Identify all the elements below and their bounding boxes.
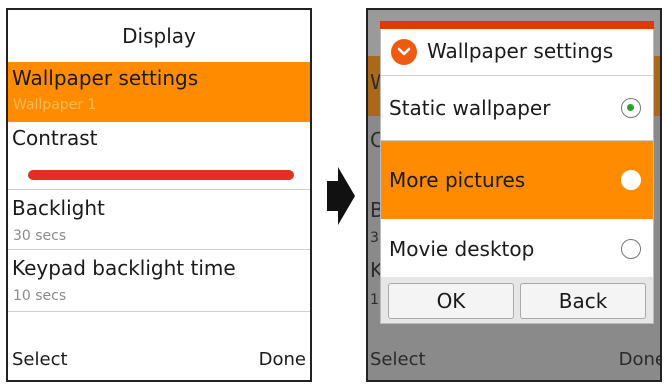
softkey-bar: Select Done [8,338,310,380]
menu-item-value: Wallpaper 1 [13,97,97,113]
radio-button-checked[interactable] [621,97,641,118]
option-more-pictures[interactable]: More pictures [381,141,653,219]
ok-button[interactable]: OK [388,283,514,319]
chevron-down-circle-icon [391,39,417,65]
menu-item-contrast[interactable]: Contrast [8,122,310,190]
menu-item-keypad-backlight-time[interactable]: Keypad backlight time 10 secs [8,250,310,312]
select-softkey[interactable]: Select [12,349,68,370]
contrast-slider[interactable] [28,170,294,180]
display-settings-screen: Display Wallpaper settings Wallpaper 1 C… [6,8,312,382]
menu-item-label: Keypad backlight time [12,256,236,280]
radio-button[interactable] [621,170,641,190]
dialog-accent-bar [380,21,654,29]
back-button[interactable]: Back [520,283,646,319]
menu-item-label: Contrast [12,126,98,150]
menu-item-backlight[interactable]: Backlight 30 secs [8,190,310,250]
menu-item-label: Backlight [12,196,105,220]
menu-item-value: 10 secs [13,288,67,304]
menu-item-wallpaper-settings[interactable]: Wallpaper settings Wallpaper 1 [8,62,310,122]
dialog-title-bar: Wallpaper settings [381,29,653,76]
dialog-title: Wallpaper settings [427,39,614,63]
menu-item-value: 30 secs [13,228,67,244]
dialog-button-row: OK Back [381,277,653,323]
done-softkey[interactable]: Done [259,349,306,370]
option-label: Static wallpaper [389,95,551,120]
wallpaper-settings-dialog: Wallpaper settings Static wallpaper More… [380,21,654,324]
option-movie-desktop[interactable]: Movie desktop [381,219,653,279]
background-letter: 1 [370,292,379,308]
option-label: Movie desktop [389,236,535,261]
option-label: More pictures [389,168,526,192]
select-softkey[interactable]: Select [370,349,426,370]
background-letter: 3 [370,230,379,246]
right-arrow-icon [327,167,355,225]
option-static-wallpaper[interactable]: Static wallpaper [381,75,653,141]
done-softkey[interactable]: Done [619,349,660,370]
wallpaper-dialog-screen: W C B 3 K 1 Select Done Wallpaper settin… [366,8,662,382]
menu-item-label: Wallpaper settings [12,66,199,90]
softkey-bar: Select Done [368,338,660,380]
radio-button[interactable] [621,238,641,259]
screen-title: Display [122,24,196,48]
